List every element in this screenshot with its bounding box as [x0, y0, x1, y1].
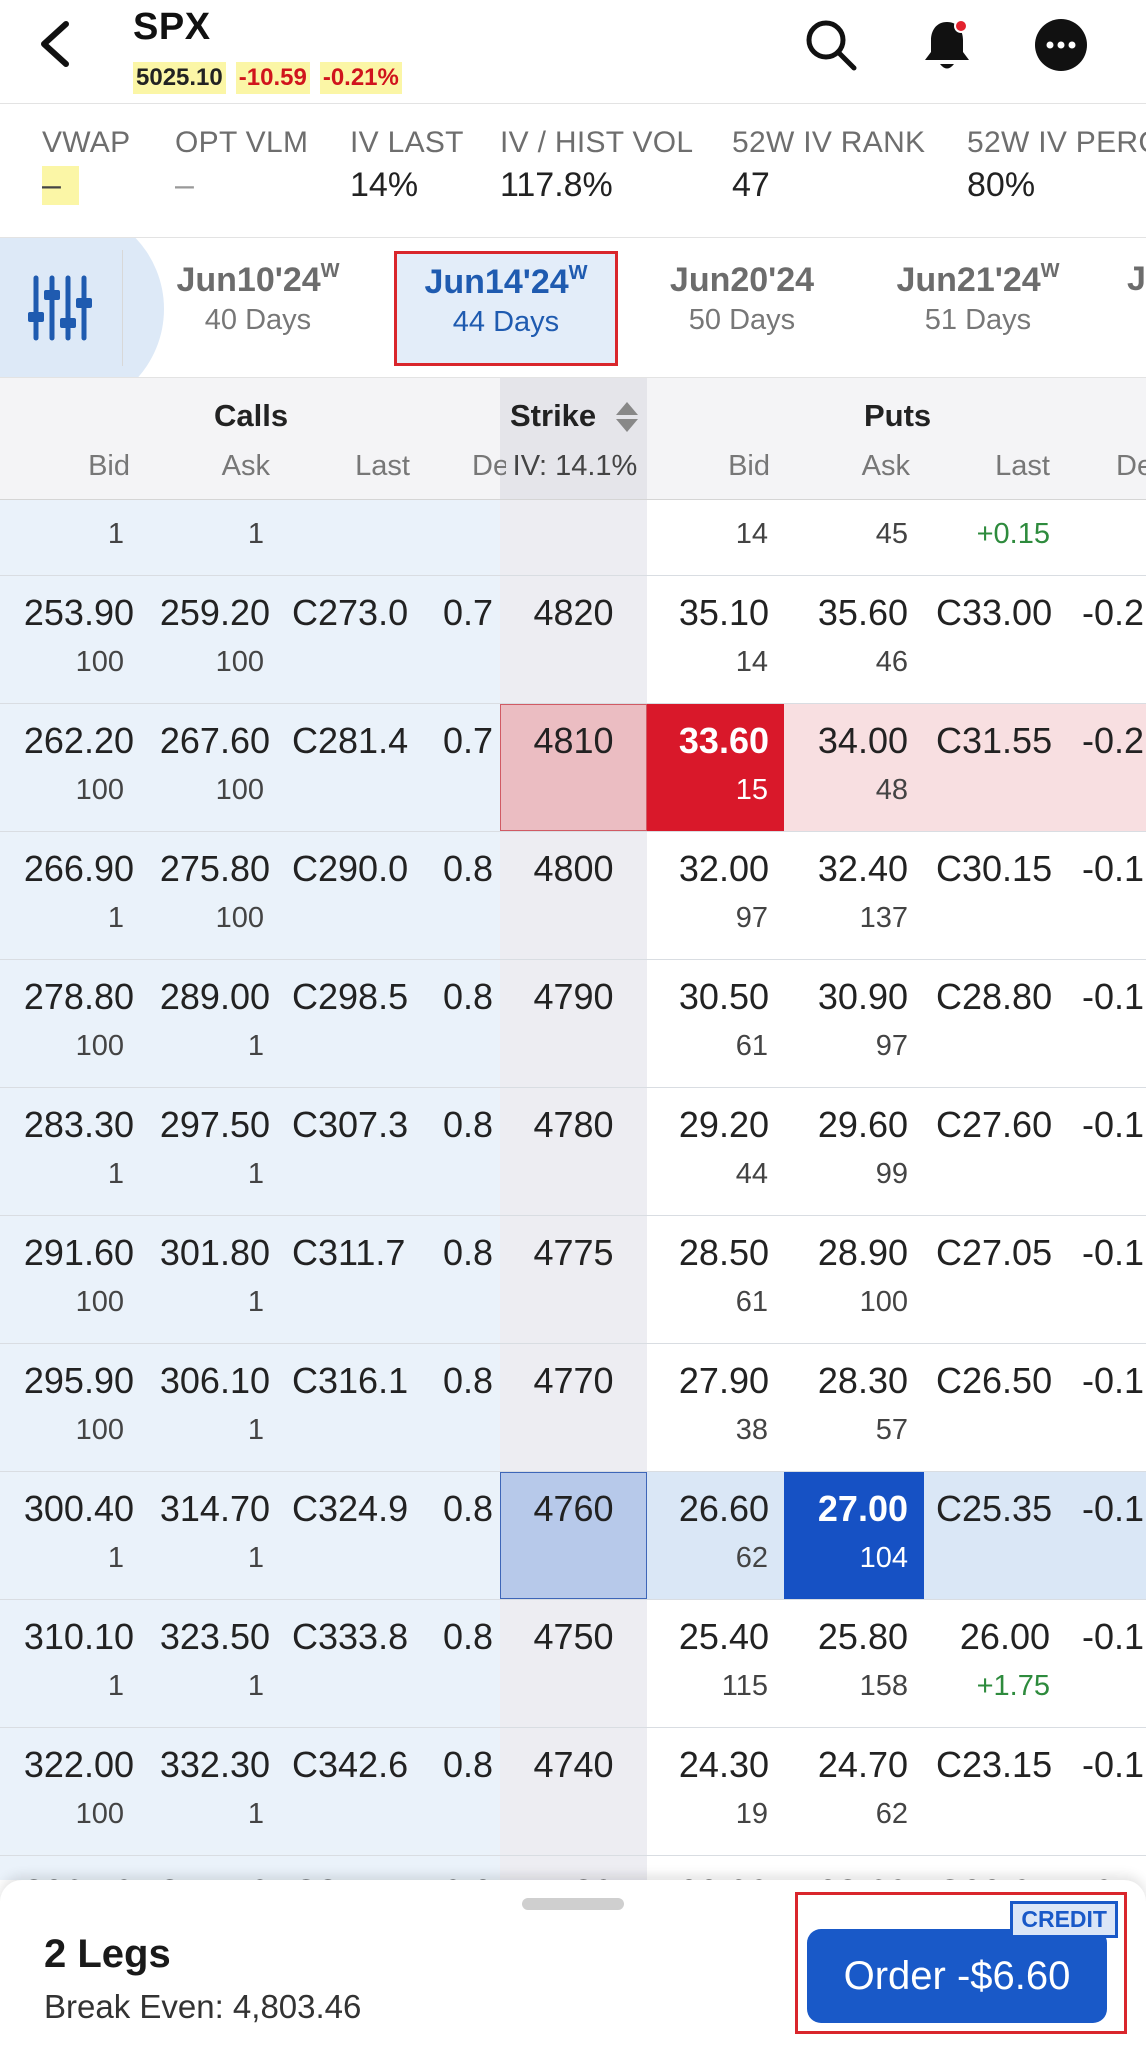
option-chain-rows: 1 1 14 45 +0.15 253.90 259.20 C273.0 0.7…: [0, 500, 1146, 1880]
more-options-icon[interactable]: [1030, 14, 1092, 76]
expiry-divider: [122, 250, 123, 366]
table-row-4800[interactable]: 266.90 275.80 C290.0 0.8 4800 32.00 32.4…: [0, 832, 1146, 960]
sheet-grabber-handle[interactable]: [522, 1898, 624, 1910]
break-even: Break Even: 4,803.46: [44, 1988, 362, 2025]
table-row-4790[interactable]: 278.80 289.00 C298.5 0.8 4790 30.50 30.9…: [0, 960, 1146, 1088]
top-bar: SPX 5025.10 -10.59 -0.21%: [0, 0, 1146, 104]
table-row-4810[interactable]: 262.20 267.60 C281.4 0.7 4810 33.60 34.0…: [0, 704, 1146, 832]
puts-group-label: Puts: [864, 398, 932, 433]
expiration-selector: Jun10'24W 40 Days Jun14'24W 44 Days Jun2…: [0, 238, 1146, 378]
sort-arrows-icon[interactable]: [614, 400, 640, 434]
back-arrow-icon[interactable]: [28, 14, 88, 74]
strike-column-label[interactable]: Strike: [510, 398, 596, 434]
table-row-4820[interactable]: 253.90 259.20 C273.0 0.7 4820 35.10 35.6…: [0, 576, 1146, 704]
sliders-icon: [28, 275, 92, 341]
expiry-tab-jun21[interactable]: Jun21'24W 51 Days: [868, 260, 1088, 337]
table-row-4775[interactable]: 291.60 301.80 C311.7 0.8 4775 28.50 28.9…: [0, 1216, 1146, 1344]
filter-button[interactable]: [0, 238, 164, 377]
ticker-symbol: SPX: [133, 6, 211, 48]
stats-strip: VWAP – OPT VLM – IV LAST 14% IV / HIST V…: [0, 104, 1146, 238]
table-row-4780[interactable]: 283.30 297.50 C307.3 0.8 4780 29.20 29.6…: [0, 1088, 1146, 1216]
calls-last-header: Last: [355, 450, 410, 482]
puts-last-header: Last: [995, 450, 1050, 482]
puts-delta-header: De: [1116, 450, 1146, 482]
table-row-4740[interactable]: 322.00 332.30 C342.6 0.8 4740 24.30 24.7…: [0, 1728, 1146, 1856]
calls-ask-header: Ask: [221, 450, 270, 482]
order-bottom-sheet: 2 Legs Break Even: 4,803.46 Order -$6.60…: [0, 1880, 1146, 2048]
table-row-4770[interactable]: 295.90 306.10 C316.1 0.8 4770 27.90 28.3…: [0, 1344, 1146, 1472]
stat-iv-last: IV LAST 14%: [350, 126, 464, 204]
option-chain-header: Calls Strike Puts Bid Ask Last De IV: 14…: [0, 378, 1146, 500]
notification-bell-icon[interactable]: [916, 14, 978, 76]
expiry-tab-jun14-selected[interactable]: Jun14'24W 44 Days: [394, 251, 618, 366]
stat-vwap: VWAP –: [42, 126, 131, 205]
expiry-tab-jun10[interactable]: Jun10'24W 40 Days: [148, 260, 368, 337]
legs-count: 2 Legs: [44, 1932, 171, 1976]
stat-iv-hist-vol: IV / HIST VOL 117.8%: [500, 126, 694, 204]
calls-group-label: Calls: [214, 398, 289, 433]
table-row-partial-top[interactable]: 1 1 14 45 +0.15: [0, 500, 1146, 576]
puts-bid-header: Bid: [728, 450, 770, 482]
price-change: -10.59: [235, 62, 310, 94]
credit-badge: CREDIT: [1010, 1901, 1118, 1938]
calls-bid-header: Bid: [88, 450, 130, 482]
search-icon[interactable]: [800, 14, 862, 76]
last-price: 5025.10: [133, 62, 226, 94]
puts-ask-header: Ask: [861, 450, 910, 482]
table-row-4760[interactable]: 300.40 314.70 C324.9 0.8 4760 26.60 27.0…: [0, 1472, 1146, 1600]
stat-52w-iv-rank: 52W IV RANK 47: [732, 126, 926, 204]
table-row-4750[interactable]: 310.10 323.50 C333.8 0.8 4750 25.40 25.8…: [0, 1600, 1146, 1728]
implied-volatility-label: IV: 14.1%: [512, 450, 638, 482]
order-button[interactable]: Order -$6.60: [807, 1929, 1107, 2023]
expiry-tab-next-partial[interactable]: J: [1127, 260, 1146, 299]
price-change-percent: -0.21%: [319, 62, 402, 94]
calls-delta-header: De: [472, 450, 506, 482]
quote-line: 5025.10 -10.59 -0.21%: [133, 62, 402, 94]
table-row-4730[interactable]: 326.50 341.10 C351.4 0.8 4730 22.90 23.6…: [0, 1856, 1146, 1880]
expiry-tab-jun20[interactable]: Jun20'24 50 Days: [632, 260, 852, 337]
stat-52w-iv-perc: 52W IV PERC 80%: [967, 126, 1146, 204]
stat-opt-vlm: OPT VLM –: [175, 126, 309, 204]
order-button-area: Order -$6.60 CREDIT: [795, 1892, 1127, 2034]
